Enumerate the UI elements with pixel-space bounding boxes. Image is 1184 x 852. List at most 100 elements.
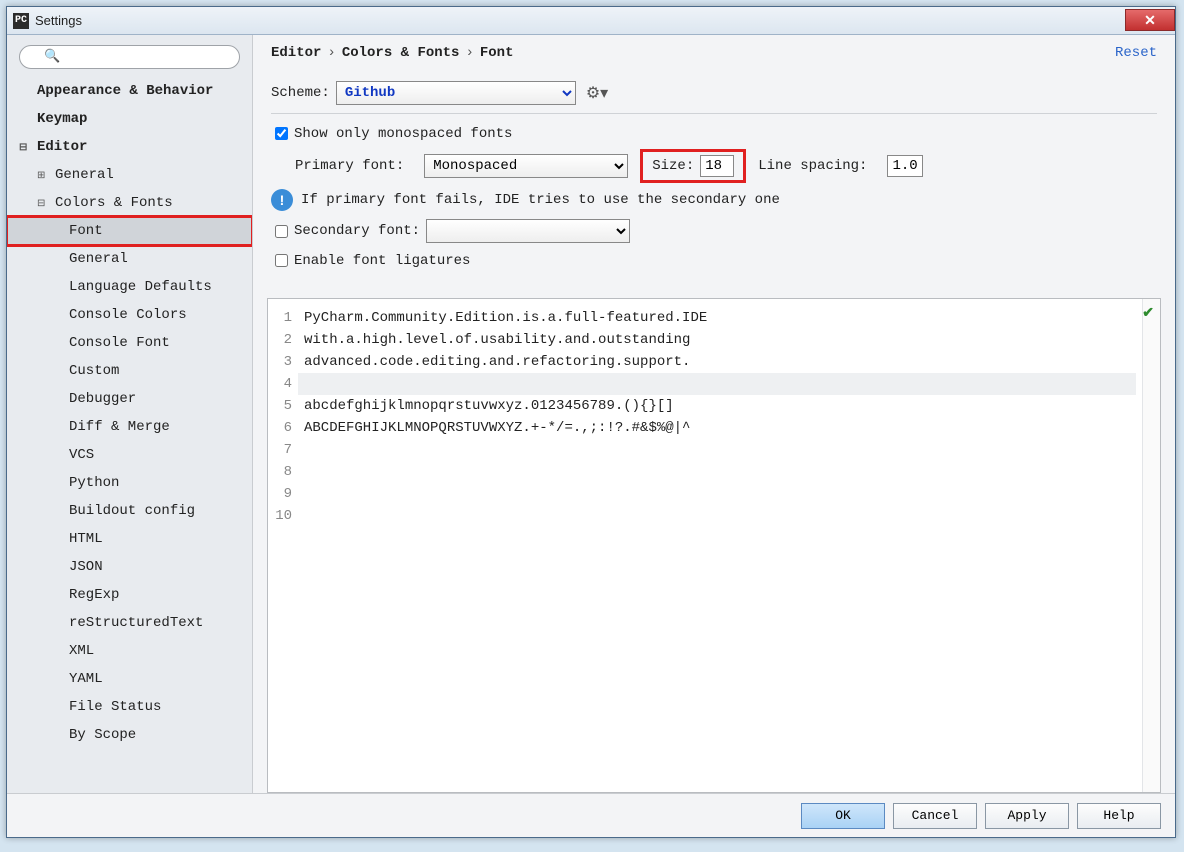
crumb-font: Font xyxy=(480,45,514,61)
tree-item-label: Colors & Fonts xyxy=(55,195,173,211)
preview-code[interactable]: PyCharm.Community.Edition.is.a.full-feat… xyxy=(298,299,1142,792)
size-input[interactable] xyxy=(700,155,734,177)
ok-button[interactable]: OK xyxy=(801,803,885,829)
scheme-select[interactable]: Github xyxy=(336,81,576,105)
preview-gutter: 12345678910 xyxy=(268,299,298,792)
window-title: Settings xyxy=(35,13,82,28)
close-button[interactable]: ✕ xyxy=(1125,9,1175,31)
secondary-font-select[interactable] xyxy=(426,219,630,243)
tree-item[interactable]: ⊟ Editor xyxy=(7,133,252,161)
tree-item[interactable]: Buildout config xyxy=(7,497,252,525)
primary-font-select[interactable]: Monospaced xyxy=(424,154,628,178)
size-group-highlight: Size: xyxy=(642,151,744,181)
tree-item[interactable]: HTML xyxy=(7,525,252,553)
tree-item[interactable]: ⊞General xyxy=(7,161,252,189)
apply-button[interactable]: Apply xyxy=(985,803,1069,829)
tree-item[interactable]: Console Font xyxy=(7,329,252,357)
tree-item[interactable]: General xyxy=(7,245,252,273)
line-number: 3 xyxy=(268,351,292,373)
tree-item-label: Console Colors xyxy=(69,307,187,323)
expander-icon[interactable]: ⊟ xyxy=(37,198,49,210)
secondary-font-label: Secondary font: xyxy=(294,223,420,239)
tree-item-label: YAML xyxy=(69,671,103,687)
gear-icon[interactable]: ⚙▾ xyxy=(586,83,608,103)
tree-item-label: Python xyxy=(69,475,119,491)
settings-tree[interactable]: Appearance & BehaviorKeymap⊟Editor⊞Gener… xyxy=(7,77,252,793)
line-spacing-input[interactable] xyxy=(887,155,923,177)
ligatures-checkbox[interactable] xyxy=(275,254,288,267)
line-spacing-label: Line spacing: xyxy=(758,158,867,174)
tree-item[interactable]: Console Colors xyxy=(7,301,252,329)
line-number: 1 xyxy=(268,307,292,329)
main-panel: Editor › Colors & Fonts › Font Reset Sch… xyxy=(253,35,1175,793)
tree-item-label: Editor xyxy=(37,139,87,155)
breadcrumb: Editor › Colors & Fonts › Font Reset xyxy=(253,35,1175,67)
tree-item-label: By Scope xyxy=(69,727,136,743)
size-label: Size: xyxy=(652,158,694,174)
line-number: 6 xyxy=(268,417,292,439)
info-text: If primary font fails, IDE tries to use … xyxy=(301,192,780,208)
tree-item-label: RegExp xyxy=(69,587,119,603)
separator xyxy=(271,113,1157,114)
line-number: 2 xyxy=(268,329,292,351)
tree-item[interactable]: Language Defaults xyxy=(7,273,252,301)
tree-item[interactable]: YAML xyxy=(7,665,252,693)
tree-item[interactable]: Custom xyxy=(7,357,252,385)
show-monospaced-label: Show only monospaced fonts xyxy=(294,126,512,142)
tree-item[interactable]: ⊟ Colors & Fonts xyxy=(7,189,252,217)
tree-item-label: Diff & Merge xyxy=(69,419,170,435)
tree-item[interactable]: Diff & Merge xyxy=(7,413,252,441)
chevron-right-icon: › xyxy=(465,45,473,61)
show-monospaced-checkbox[interactable] xyxy=(275,127,288,140)
search-input[interactable]: 🔍 xyxy=(19,45,240,69)
expander-icon[interactable]: ⊟ xyxy=(19,142,31,154)
titlebar: PC Settings ✕ xyxy=(7,7,1175,35)
code-line xyxy=(304,461,1136,483)
check-icon: ✔ xyxy=(1142,305,1154,322)
ligatures-label: Enable font ligatures xyxy=(294,253,470,269)
search-wrap: 🔍 xyxy=(7,35,252,77)
tree-item[interactable]: Keymap xyxy=(7,105,252,133)
crumb-editor[interactable]: Editor xyxy=(271,45,321,61)
button-bar: OK Cancel Apply Help xyxy=(7,793,1175,837)
crumb-colors-fonts[interactable]: Colors & Fonts xyxy=(342,45,460,61)
line-number: 5 xyxy=(268,395,292,417)
settings-window: PC Settings ✕ 🔍 Appearance & Behavior Key… xyxy=(6,6,1176,838)
chevron-right-icon: › xyxy=(327,45,335,61)
tree-item-label: reStructuredText xyxy=(69,615,203,631)
tree-item[interactable]: XML xyxy=(7,637,252,665)
code-line: abcdefghijklmnopqrstuvwxyz.0123456789.()… xyxy=(304,395,1136,417)
line-number: 8 xyxy=(268,461,292,483)
tree-item-label: JSON xyxy=(69,559,103,575)
secondary-font-checkbox[interactable] xyxy=(275,225,288,238)
scheme-label: Scheme: xyxy=(271,85,330,101)
reset-link[interactable]: Reset xyxy=(1115,45,1157,61)
cancel-button[interactable]: Cancel xyxy=(893,803,977,829)
tree-item[interactable]: Debugger xyxy=(7,385,252,413)
tree-item-label: Buildout config xyxy=(69,503,195,519)
tree-item[interactable]: By Scope xyxy=(7,721,252,749)
code-line xyxy=(298,373,1136,395)
line-number: 10 xyxy=(268,505,292,527)
tree-item-label: Console Font xyxy=(69,335,170,351)
tree-item[interactable]: File Status xyxy=(7,693,252,721)
tree-item[interactable]: Font xyxy=(7,217,252,245)
tree-item-label: VCS xyxy=(69,447,94,463)
line-number: 4 xyxy=(268,373,292,395)
tree-item[interactable]: VCS xyxy=(7,441,252,469)
tree-item-label: Font xyxy=(69,223,103,239)
tree-item-label: Keymap xyxy=(37,111,87,127)
tree-item-label: XML xyxy=(69,643,94,659)
help-button[interactable]: Help xyxy=(1077,803,1161,829)
tree-item[interactable]: RegExp xyxy=(7,581,252,609)
tree-item-label: Language Defaults xyxy=(69,279,212,295)
tree-item[interactable]: reStructuredText xyxy=(7,609,252,637)
expander-icon[interactable]: ⊞ xyxy=(37,170,49,182)
tree-item-label: General xyxy=(69,251,128,267)
preview-right-gutter xyxy=(1142,299,1160,792)
tree-item[interactable]: Python xyxy=(7,469,252,497)
sidebar: 🔍 Appearance & BehaviorKeymap⊟Editor⊞Gen… xyxy=(7,35,253,793)
tree-item[interactable]: Appearance & Behavior xyxy=(7,77,252,105)
line-number: 7 xyxy=(268,439,292,461)
tree-item[interactable]: JSON xyxy=(7,553,252,581)
